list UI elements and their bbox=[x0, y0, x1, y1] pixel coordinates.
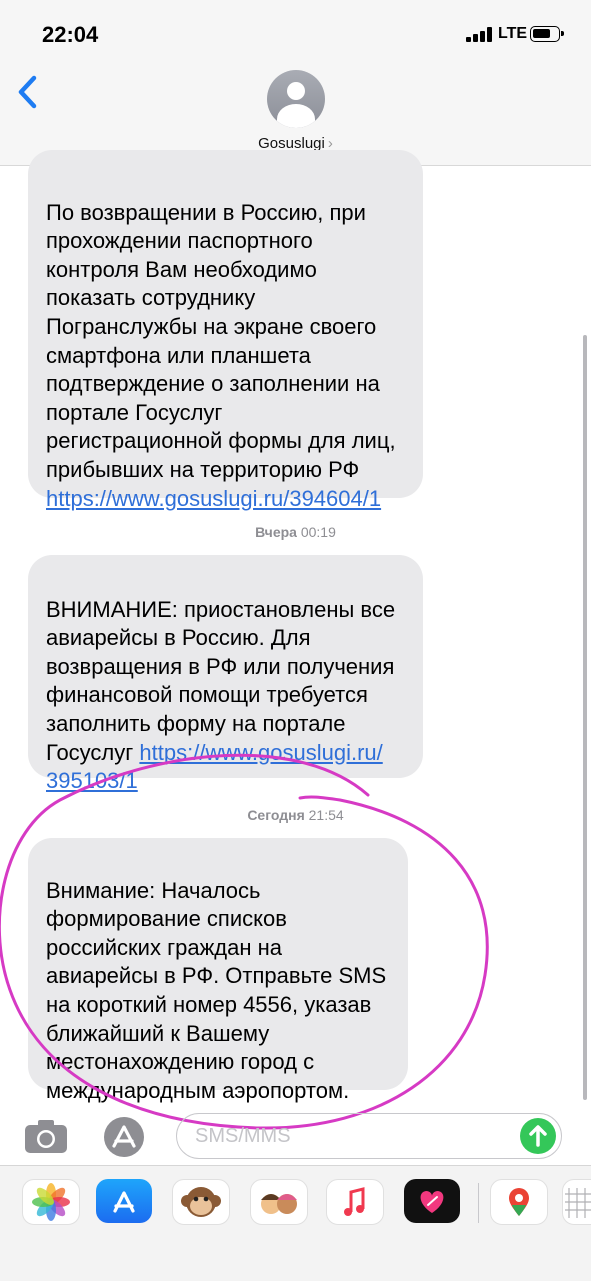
message-timestamp: Вчера 00:19 bbox=[255, 524, 336, 540]
app-store-app-icon[interactable] bbox=[96, 1179, 152, 1223]
message-text: Внимание: Началось формирование списков … bbox=[46, 877, 387, 1103]
photos-app-icon[interactable] bbox=[22, 1179, 80, 1225]
network-type: LTE bbox=[498, 25, 528, 42]
message-link[interactable]: https://www.gosuslugi.ru/394604/1 bbox=[46, 486, 381, 511]
monkey-animoji-icon[interactable] bbox=[172, 1179, 230, 1225]
app-store-icon bbox=[104, 1117, 144, 1157]
message-bubble[interactable]: По возвращении в Россию, при прохождении… bbox=[28, 150, 423, 511]
camera-button[interactable] bbox=[22, 1117, 70, 1157]
chevron-left-icon bbox=[18, 75, 37, 109]
scroll-indicator[interactable] bbox=[583, 335, 587, 1100]
grid-app-icon[interactable] bbox=[562, 1179, 591, 1225]
drawer-separator bbox=[478, 1183, 479, 1223]
send-arrow-icon bbox=[529, 1125, 547, 1147]
camera-icon bbox=[25, 1120, 67, 1153]
apps-button[interactable] bbox=[100, 1115, 148, 1159]
signal-strength-icon bbox=[466, 26, 496, 42]
status-time: 22:04 bbox=[42, 22, 99, 47]
status-bar: 22:04 LTE bbox=[0, 0, 591, 60]
message-timestamp: Сегодня 21:54 bbox=[247, 807, 344, 823]
imessage-app-drawer bbox=[0, 1165, 591, 1281]
music-app-icon[interactable] bbox=[326, 1179, 384, 1225]
input-placeholder: SMS/MMS bbox=[195, 1125, 291, 1147]
memoji-icon[interactable] bbox=[250, 1179, 308, 1225]
message-bubble[interactable]: ВНИМАНИЕ: приостановлены все авиарейсы в… bbox=[28, 555, 423, 793]
message-text: По возвращении в Россию, при прохождении… bbox=[46, 199, 396, 482]
battery-icon bbox=[530, 26, 564, 42]
send-button[interactable] bbox=[520, 1118, 556, 1154]
message-input[interactable]: SMS/MMS bbox=[176, 1113, 562, 1159]
maps-app-icon[interactable] bbox=[490, 1179, 548, 1225]
back-button[interactable] bbox=[14, 72, 44, 112]
contact-avatar[interactable] bbox=[267, 70, 325, 128]
message-bubble[interactable]: Внимание: Началось формирование списков … bbox=[28, 838, 408, 1103]
digital-touch-icon[interactable] bbox=[404, 1179, 460, 1223]
